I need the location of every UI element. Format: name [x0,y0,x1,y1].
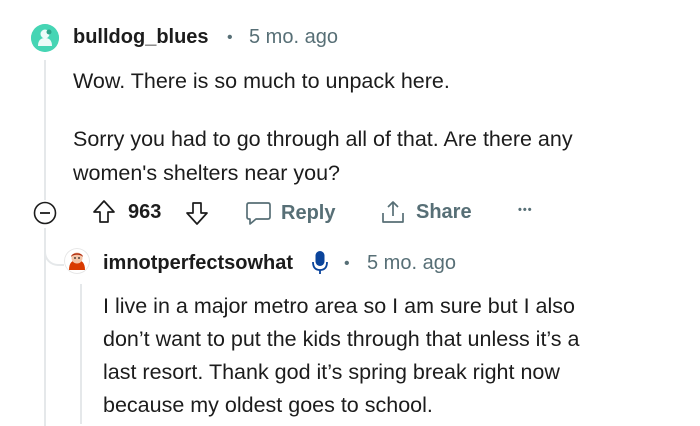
downvote-icon[interactable] [185,200,209,226]
upvote-icon[interactable] [92,199,116,225]
more-icon[interactable]: ••• [518,204,533,216]
avatar-icon [31,24,59,52]
reply-button[interactable]: Reply [245,200,335,226]
share-button[interactable]: Share [380,199,472,226]
reply-line-1: I live in a major metro area so I am sur… [103,294,576,318]
reply-line-2: don’t want to put the kids through that … [103,327,580,351]
reply-label: Reply [281,201,336,224]
thread-line-lower[interactable] [44,236,46,426]
thread-line[interactable] [44,60,46,200]
reply-avatar[interactable] [64,248,90,274]
share-label: Share [416,201,472,223]
username[interactable]: bulldog_blues [73,26,209,49]
share-icon [380,199,406,226]
comment-paragraph-2-line-1: Sorry you had to go through all of that.… [73,127,573,151]
reply-line-4: because my oldest goes to school. [103,393,433,417]
comment-paragraph-2-line-2: women's shelters near you? [73,161,341,185]
comment-paragraph-1: Wow. There is so much to unpack here. [73,69,450,93]
reply-line-3: last resort. Thank god it’s spring break… [103,360,560,384]
separator-dot: • [227,29,233,46]
vote-score: 963 [128,201,162,223]
reply-separator-dot: • [344,255,350,272]
reply-thread-line[interactable] [80,284,82,424]
collapse-icon[interactable] [33,201,57,225]
reply-timestamp[interactable]: 5 mo. ago [367,252,456,275]
thread-connector [44,228,64,266]
reply-username[interactable]: imnotperfectsowhat [103,252,293,275]
timestamp[interactable]: 5 mo. ago [249,26,338,49]
avatar[interactable] [31,24,59,52]
comment-icon [245,200,272,226]
microphone-icon [311,250,329,276]
reply-avatar-icon [64,248,90,274]
